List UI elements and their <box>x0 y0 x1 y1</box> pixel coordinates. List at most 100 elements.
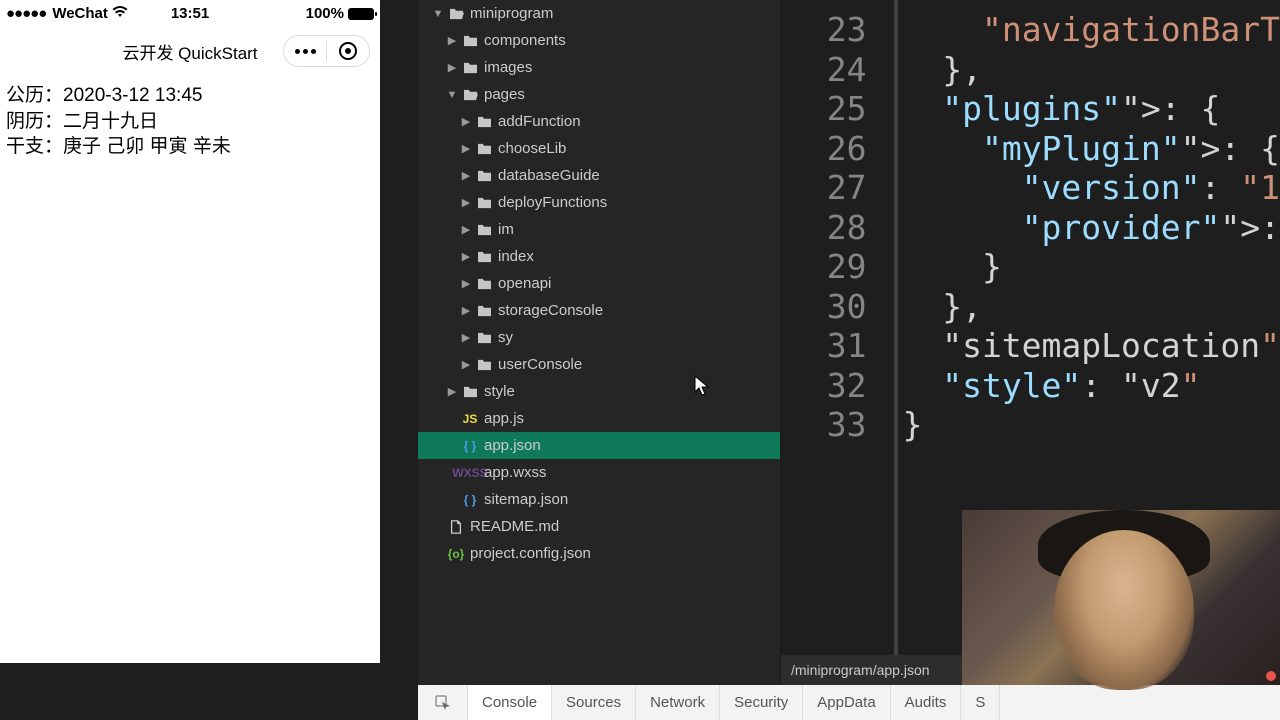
tree-item-app-wxss[interactable]: WXSSapp.wxss <box>418 459 780 486</box>
webcam-overlay <box>962 510 1280 685</box>
tree-item-label: app.wxss <box>484 464 547 481</box>
tree-item-deployFunctions[interactable]: ▶deployFunctions <box>418 189 780 216</box>
config-file-icon: {o} <box>448 547 464 561</box>
markdown-file-icon <box>448 520 464 534</box>
tree-item-label: chooseLib <box>498 140 566 157</box>
tree-item-openapi[interactable]: ▶openapi <box>418 270 780 297</box>
devtools-tab-bar: ConsoleSourcesNetworkSecurityAppDataAudi… <box>418 685 1280 720</box>
line-ganzhi: 干支：庚子 己卯 甲寅 辛未 <box>6 134 374 160</box>
tree-item-storageConsole[interactable]: ▶storageConsole <box>418 297 780 324</box>
line-number: 30 <box>781 287 866 327</box>
folder-icon <box>462 385 478 399</box>
inspect-element-button[interactable] <box>418 685 468 720</box>
capsule-menu <box>283 35 370 67</box>
line-gregorian: 公历：2020-3-12 13:45 <box>6 83 374 109</box>
devtools-tab-s[interactable]: S <box>961 685 1000 720</box>
devtools-tab-network[interactable]: Network <box>636 685 720 720</box>
battery-percent: 100% <box>306 5 344 22</box>
folder-open-icon <box>462 88 478 102</box>
tree-item-images[interactable]: ▶images <box>418 54 780 81</box>
devtools-tab-appdata[interactable]: AppData <box>803 685 890 720</box>
line-number: 29 <box>781 247 866 287</box>
tree-item-label: userConsole <box>498 356 582 373</box>
editor-open-file-tab[interactable]: /miniprogram/app.json <box>781 655 963 685</box>
battery-icon <box>348 8 374 20</box>
code-line: } <box>902 247 1280 287</box>
tree-item-label: deployFunctions <box>498 194 607 211</box>
tree-item-app-js[interactable]: JS app.js <box>418 405 780 432</box>
inspect-icon <box>435 695 451 711</box>
tree-item-app-json[interactable]: { }app.json <box>418 432 780 459</box>
tree-item-index[interactable]: ▶index <box>418 243 780 270</box>
folder-icon <box>476 304 492 318</box>
tree-item-sitemap-json[interactable]: { }sitemap.json <box>418 486 780 513</box>
line-number: 25 <box>781 89 866 129</box>
status-time: 13:51 <box>171 5 209 22</box>
tree-item-addFunction[interactable]: ▶addFunction <box>418 108 780 135</box>
tree-item-label: sy <box>498 329 513 346</box>
code-line: "plugins"">: { <box>902 89 1280 129</box>
folder-icon <box>476 331 492 345</box>
code-line: "navigationBarT <box>902 10 1280 50</box>
line-number: 31 <box>781 326 866 366</box>
code-line: }, <box>902 50 1280 90</box>
tree-item-databaseGuide[interactable]: ▶databaseGuide <box>418 162 780 189</box>
folder-icon <box>476 196 492 210</box>
page-content: 公历：2020-3-12 13:45 阴历：二月十九日 干支：庚子 己卯 甲寅 … <box>0 75 380 168</box>
carrier-label: WeChat <box>52 5 108 22</box>
folder-icon <box>476 142 492 156</box>
devtools-tab-security[interactable]: Security <box>720 685 803 720</box>
tree-item-miniprogram[interactable]: ▼miniprogram <box>418 0 780 27</box>
tree-item-sy[interactable]: ▶sy <box>418 324 780 351</box>
wechat-simulator: ●●●●● WeChat 13:51 100% 云开发 QuickStart 公… <box>0 0 380 663</box>
below-simulator <box>0 663 380 720</box>
code-line: "sitemapLocation" <box>902 326 1280 366</box>
tree-item-label: images <box>484 59 532 76</box>
folder-icon <box>476 223 492 237</box>
line-number-gutter: 2324252627282930313233 <box>781 0 898 655</box>
tree-item-components[interactable]: ▶components <box>418 27 780 54</box>
tree-item-label: app.js <box>484 410 524 427</box>
devtools-tab-sources[interactable]: Sources <box>552 685 636 720</box>
line-number: 24 <box>781 50 866 90</box>
folder-icon <box>476 277 492 291</box>
open-file-path: /miniprogram/app.json <box>791 662 930 678</box>
miniprogram-nav-bar: 云开发 QuickStart <box>0 27 380 75</box>
json-file-icon: { } <box>462 493 478 507</box>
tree-item-style[interactable]: ▶style <box>418 378 780 405</box>
tree-item-README-md[interactable]: README.md <box>418 513 780 540</box>
devtools-tab-audits[interactable]: Audits <box>891 685 962 720</box>
folder-icon <box>476 169 492 183</box>
tree-item-pages[interactable]: ▼pages <box>418 81 780 108</box>
target-icon <box>339 42 357 60</box>
record-indicator-icon <box>1266 671 1276 681</box>
js-file-icon: JS <box>462 412 478 426</box>
folder-icon <box>462 34 478 48</box>
tree-item-label: style <box>484 383 515 400</box>
folder-icon <box>476 115 492 129</box>
folder-icon <box>462 61 478 75</box>
code-line: } <box>902 405 1280 445</box>
gap-strip <box>380 0 418 720</box>
menu-button[interactable] <box>284 35 326 67</box>
line-number: 33 <box>781 405 866 445</box>
nav-title: 云开发 QuickStart <box>122 39 257 64</box>
tree-item-label: pages <box>484 86 525 103</box>
line-number: 32 <box>781 366 866 406</box>
line-number: 26 <box>781 129 866 169</box>
tree-item-project-config-json[interactable]: {o}project.config.json <box>418 540 780 567</box>
code-line: "myPlugin"">: { <box>902 129 1280 169</box>
wifi-icon <box>112 6 128 21</box>
tree-item-label: miniprogram <box>470 5 553 22</box>
tree-item-label: openapi <box>498 275 551 292</box>
tree-item-chooseLib[interactable]: ▶chooseLib <box>418 135 780 162</box>
tree-item-label: app.json <box>484 437 541 454</box>
close-miniprogram-button[interactable] <box>327 35 369 67</box>
file-explorer[interactable]: ▼miniprogram▶components▶images▼pages▶add… <box>418 0 781 685</box>
tree-item-userConsole[interactable]: ▶userConsole <box>418 351 780 378</box>
tree-item-label: storageConsole <box>498 302 603 319</box>
devtools-tab-console[interactable]: Console <box>468 685 552 720</box>
ellipsis-icon <box>295 49 316 54</box>
tree-item-label: README.md <box>470 518 559 535</box>
tree-item-im[interactable]: ▶im <box>418 216 780 243</box>
